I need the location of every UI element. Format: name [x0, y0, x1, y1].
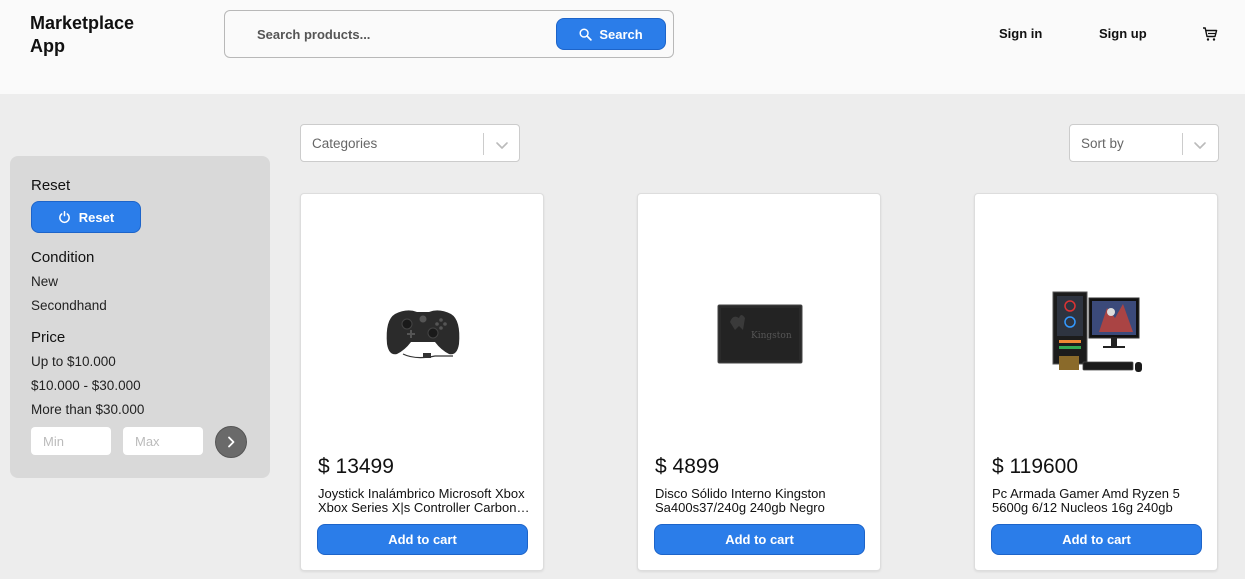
product-price: $ 4899	[655, 455, 720, 478]
app-title[interactable]: Marketplace App	[30, 12, 170, 58]
product-card[interactable]: $ 13499 Joystick Inalámbrico Microsoft X…	[300, 193, 544, 571]
price-option-low[interactable]: Up to $10.000	[31, 354, 116, 369]
gaming-pc-icon	[1052, 291, 1142, 372]
add-to-cart-button[interactable]: Add to cart	[654, 524, 865, 555]
product-price: $ 119600	[992, 455, 1079, 478]
ssd-drive-icon: Kingston	[717, 304, 803, 364]
sort-select-label: Sort by	[1081, 136, 1124, 151]
condition-option-new[interactable]: New	[31, 274, 58, 289]
condition-option-secondhand[interactable]: Secondhand	[31, 298, 107, 313]
search-button[interactable]: Search	[556, 18, 666, 50]
reset-button-label: Reset	[78, 209, 115, 225]
chevron-down-icon	[1194, 142, 1206, 149]
apply-price-button[interactable]	[215, 426, 247, 458]
filters-panel: Reset Reset Condition New Secondhand Pri…	[10, 156, 270, 478]
search-bar: Search	[224, 10, 674, 58]
reset-button[interactable]: Reset	[31, 201, 141, 233]
add-to-cart-button[interactable]: Add to cart	[317, 524, 528, 555]
categories-select[interactable]: Categories	[300, 124, 520, 162]
product-card[interactable]: $ 119600 Pc Armada Gamer Amd Ryzen 5 560…	[974, 193, 1218, 571]
top-header: Marketplace App Search Sign in Sign up	[0, 0, 1245, 94]
product-price: $ 13499	[318, 455, 394, 478]
price-heading: Price	[31, 329, 66, 346]
product-title[interactable]: Pc Armada Gamer Amd Ryzen 5 5600g 6/12 N…	[992, 487, 1204, 515]
chevron-down-icon	[496, 142, 508, 149]
product-image[interactable]	[323, 234, 523, 434]
add-to-cart-button[interactable]: Add to cart	[991, 524, 1202, 555]
price-option-high[interactable]: More than $30.000	[31, 402, 144, 417]
search-button-label: Search	[599, 26, 643, 42]
chevron-right-icon	[228, 436, 235, 448]
product-title[interactable]: Disco Sólido Interno Kingston Sa400s37/2…	[655, 487, 867, 515]
condition-heading: Condition	[31, 249, 95, 266]
sign-up-link[interactable]: Sign up	[1099, 26, 1147, 41]
select-separator	[483, 133, 484, 155]
xbox-controller-icon	[386, 310, 460, 359]
search-input[interactable]	[245, 21, 545, 47]
sort-select[interactable]: Sort by	[1069, 124, 1219, 162]
product-card[interactable]: Kingston $ 4899 Disco Sólido Interno Kin…	[637, 193, 881, 571]
price-option-mid[interactable]: $10.000 - $30.000	[31, 378, 141, 393]
brand-text: Kingston	[751, 331, 792, 341]
product-image[interactable]	[997, 234, 1197, 434]
max-price-input[interactable]	[123, 427, 203, 455]
sign-in-link[interactable]: Sign in	[999, 26, 1042, 41]
reset-heading: Reset	[31, 177, 71, 194]
min-price-input[interactable]	[31, 427, 111, 455]
product-image[interactable]: Kingston	[660, 234, 860, 434]
search-icon	[579, 27, 593, 41]
categories-select-label: Categories	[312, 136, 378, 151]
reset-icon	[58, 210, 70, 223]
cart-icon[interactable]	[1202, 26, 1218, 42]
product-title[interactable]: Joystick Inalámbrico Microsoft Xbox Xbox…	[318, 487, 530, 515]
select-separator	[1182, 133, 1183, 155]
